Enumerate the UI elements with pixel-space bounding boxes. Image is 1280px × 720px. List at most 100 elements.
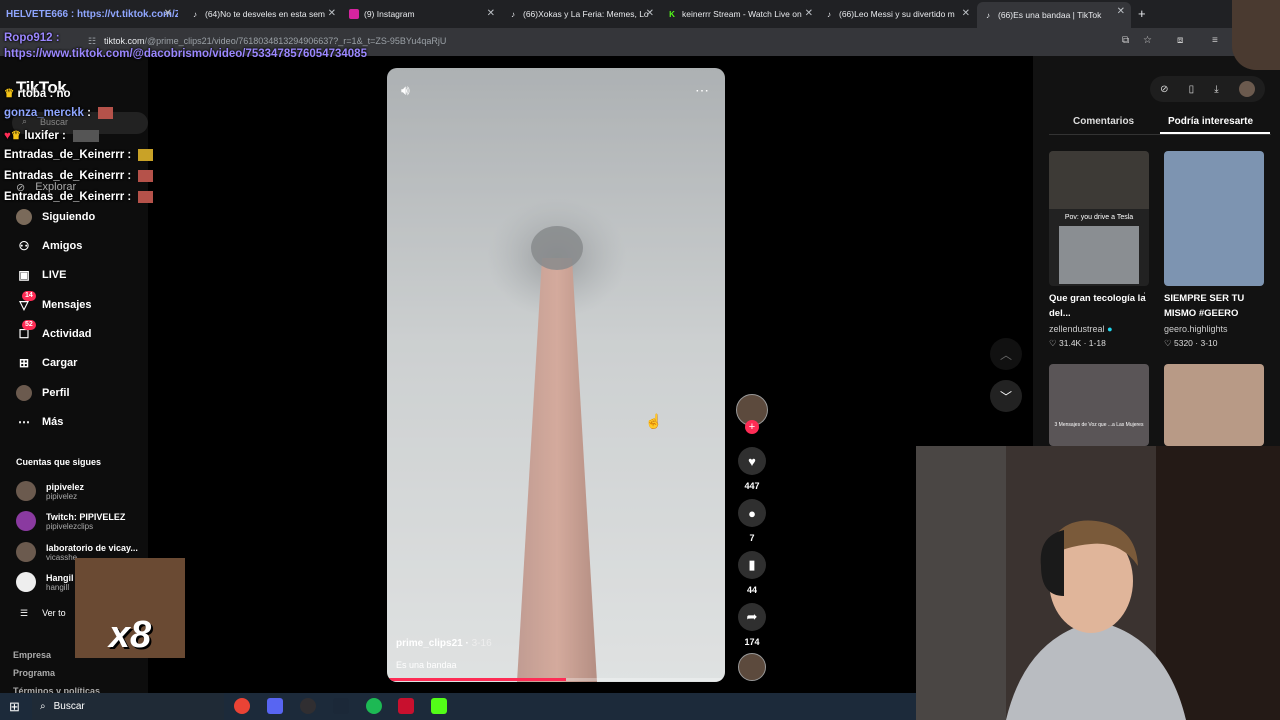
- sidebar-item-following[interactable]: Siguiendo: [16, 209, 95, 225]
- browser-tab-active[interactable]: ♪ (66)Es una bandaa | TikTok ✕: [977, 2, 1131, 28]
- close-icon[interactable]: ✕: [487, 8, 495, 19]
- tab-recommended[interactable]: Podría interesarte: [1168, 116, 1253, 127]
- tab-label: (66)Leo Messi y su divertido m: [839, 9, 955, 19]
- follow-plus-icon[interactable]: +: [745, 420, 759, 434]
- share-count: 174: [744, 637, 760, 647]
- following-account[interactable]: Twitch: PIPIVELEZ pipivelezclips: [16, 511, 125, 531]
- browser-tab[interactable]: (9) Instagram ✕: [343, 4, 501, 24]
- chat-message: Entradas_de_Keinerrr :: [4, 149, 154, 161]
- video-thumbnail[interactable]: [1164, 151, 1264, 286]
- sidebar-item-more[interactable]: ⋯ Más: [16, 414, 63, 430]
- install-icon[interactable]: ⧉: [1122, 35, 1129, 46]
- video-player[interactable]: 🔊︎ ⋯ prime_clips21 · 3-16 Es una bandaa: [387, 68, 725, 682]
- bookmark-star-icon[interactable]: ☆: [1143, 35, 1152, 46]
- avatar: [16, 572, 36, 592]
- footer-link[interactable]: Empresa: [13, 650, 51, 660]
- obs-icon[interactable]: [300, 698, 316, 714]
- share-button[interactable]: ➦: [738, 603, 766, 631]
- tiktok-icon: ♪: [986, 10, 990, 20]
- taskbar-search-label: Buscar: [53, 701, 85, 712]
- progress-fill: [387, 678, 567, 681]
- account-name: Hangil: [46, 572, 74, 583]
- volume-icon[interactable]: 🔊︎: [401, 82, 410, 99]
- sidebar-item-upload[interactable]: ⊞ Cargar: [16, 355, 78, 371]
- chat-message: Entradas_de_Keinerrr :: [4, 191, 154, 204]
- browser-tab[interactable]: ♪ (66)Xokas y La Feria: Memes, Lo ✕: [502, 4, 660, 24]
- more-options-icon[interactable]: ⋯: [695, 82, 709, 99]
- see-more-link[interactable]: ☰ Ver to: [20, 608, 66, 619]
- app-icon[interactable]: [398, 698, 414, 714]
- sidebar-item-profile[interactable]: Perfil: [16, 385, 70, 401]
- save-button[interactable]: ▮: [738, 551, 766, 579]
- taskbar-search[interactable]: ⌕ Buscar: [32, 693, 224, 720]
- windows-start-icon[interactable]: ⊞: [9, 699, 20, 715]
- avatar[interactable]: [1238, 81, 1255, 97]
- previous-video-button[interactable]: ︿: [990, 338, 1022, 370]
- share-icon: ➦: [746, 609, 758, 624]
- tab-label: (9) Instagram: [364, 9, 415, 19]
- kick-icon[interactable]: [431, 698, 447, 714]
- following-avatar-icon: [16, 209, 32, 225]
- video-thumbnail[interactable]: Pov: you drive a Tesla: [1049, 151, 1149, 286]
- steam-icon[interactable]: [333, 698, 349, 714]
- video-progress-bar[interactable]: [387, 678, 725, 681]
- chevron-down-icon: ﹀: [999, 389, 1012, 404]
- sound-avatar[interactable]: [738, 653, 766, 681]
- bookmark-icon: ▮: [748, 557, 756, 572]
- spotify-icon[interactable]: [366, 698, 382, 714]
- browser-tab-bar: HELVETE666 : https://vt.tiktok.com/ZSH6Y…: [0, 0, 1280, 28]
- upload-icon: ⊞: [18, 356, 30, 370]
- sidebar-item-live[interactable]: ▣ LIVE: [16, 267, 66, 283]
- sidebar-item-activity[interactable]: ☐ 52 Actividad: [16, 320, 92, 342]
- browser-tab[interactable]: K keinerrr Stream - Watch Live on ✕: [661, 4, 819, 24]
- browser-tab[interactable]: ♪ (64)No te desveles en esta sem ✕: [184, 4, 342, 24]
- card-title[interactable]: Que gran tecología la del...: [1049, 291, 1149, 321]
- compass-icon[interactable]: ⊘: [1160, 84, 1168, 95]
- video-thumbnail[interactable]: [1164, 364, 1264, 446]
- following-account[interactable]: pipivelez pipivelez: [16, 481, 84, 501]
- extensions-icon[interactable]: ⧈: [1177, 35, 1183, 46]
- tab-comments[interactable]: Comentarios: [1073, 116, 1134, 127]
- discord-icon[interactable]: [267, 698, 283, 714]
- close-icon[interactable]: ✕: [962, 8, 970, 19]
- video-thumbnail[interactable]: 3 Mensajes de Voz que ...a Las Mujeres: [1049, 364, 1149, 446]
- crown-icon: ♛: [10, 130, 22, 142]
- phone-icon[interactable]: ▯: [1189, 84, 1195, 95]
- download-icon[interactable]: ⤓: [1214, 84, 1218, 95]
- card-author[interactable]: geero.highlights: [1164, 324, 1228, 334]
- emote-icon: [138, 170, 154, 182]
- comment-count: 7: [749, 533, 755, 543]
- close-icon[interactable]: ✕: [1117, 6, 1125, 17]
- browser-tab[interactable]: ♪ (66)Leo Messi y su divertido m ✕: [818, 4, 976, 24]
- chat-user: Entradas_de_Keinerrr: [4, 191, 125, 204]
- chrome-icon[interactable]: [234, 698, 250, 714]
- like-button[interactable]: ♥: [738, 447, 766, 475]
- emote-icon: [138, 191, 154, 203]
- close-icon[interactable]: ✕: [328, 8, 336, 19]
- browser-tab[interactable]: HELVETE666 : https://vt.tiktok.com/ZSH6Y…: [0, 4, 178, 24]
- chat-user: luxifer: [24, 130, 59, 142]
- search-icon: ⌕: [40, 701, 46, 712]
- avatar: [16, 481, 36, 501]
- sidebar-item-friends[interactable]: ⚇ Amigos: [16, 238, 83, 254]
- menu-icon[interactable]: ≡: [1212, 35, 1218, 46]
- close-icon[interactable]: ✕: [805, 8, 813, 19]
- more-options-icon[interactable]: ⋮: [1140, 291, 1149, 302]
- sidebar-item-label: Actividad: [42, 328, 92, 340]
- account-name: laboratorio de vicay...: [46, 542, 138, 553]
- close-icon[interactable]: ✕: [646, 8, 654, 19]
- close-icon[interactable]: ✕: [164, 8, 172, 19]
- video-frame: [387, 68, 725, 682]
- new-tab-icon[interactable]: +: [1138, 6, 1146, 21]
- next-video-button[interactable]: ﹀: [990, 380, 1022, 412]
- thumbnail-top: [1049, 151, 1149, 209]
- chevron-up-icon: ︿: [999, 347, 1012, 362]
- following-account[interactable]: Hangil hangill: [16, 572, 74, 592]
- comment-button[interactable]: ●: [738, 499, 766, 527]
- footer-link[interactable]: Programa: [13, 668, 55, 678]
- sidebar-item-messages[interactable]: ▽ 14 Mensajes: [16, 291, 92, 313]
- video-author[interactable]: prime_clips21 · 3-16: [396, 638, 492, 649]
- card-author[interactable]: zellendustreal ●: [1049, 324, 1113, 334]
- card-title[interactable]: SIEMPRE SER TU MISMO #GEERO: [1164, 291, 1264, 321]
- comment-icon: ●: [748, 505, 756, 521]
